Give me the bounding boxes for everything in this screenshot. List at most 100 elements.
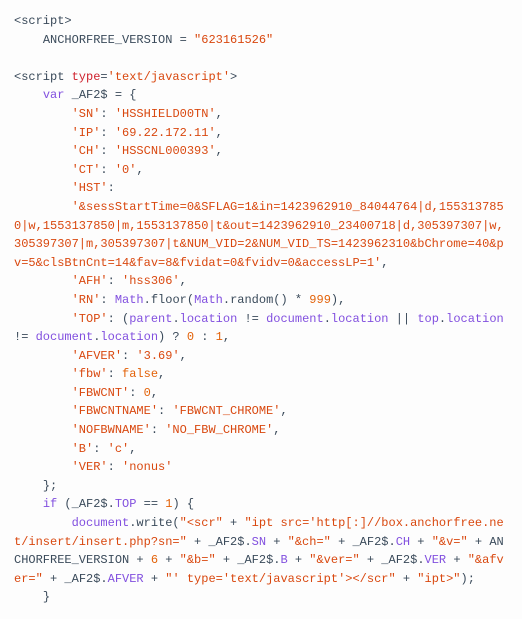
- code-token: '&sessStartTime=0&SFLAG=1&in=1423962910_…: [14, 200, 504, 270]
- code-line: <script>: [14, 14, 72, 28]
- code-token: +: [144, 572, 166, 586]
- code-token: 'FBWCNT_CHROME': [172, 404, 280, 418]
- code-token: ,: [273, 423, 280, 437]
- code-token: >: [230, 70, 237, 84]
- code-token: top: [417, 312, 439, 326]
- code-token: 'NOFBWNAME': [72, 423, 151, 437]
- code-token: CH: [396, 535, 410, 549]
- code-token: 'text/javascript': [108, 70, 230, 84]
- code-token: B: [280, 553, 287, 567]
- code-token: ,: [381, 256, 388, 270]
- code-token: +: [410, 535, 432, 549]
- code-token: document: [36, 330, 94, 344]
- code-token: + _AF2$.: [216, 553, 281, 567]
- code-token: );: [461, 572, 475, 586]
- code-token: =: [180, 33, 187, 47]
- code-token: :: [194, 330, 216, 344]
- code-token: 'HST': [72, 181, 108, 195]
- code-token: *: [295, 293, 302, 307]
- code-token: 'SN': [72, 107, 101, 121]
- code-token: [14, 497, 43, 511]
- code-token: ) ?: [158, 330, 187, 344]
- code-token: ||: [389, 312, 418, 326]
- code-token: }: [14, 590, 50, 604]
- code-token: ,: [136, 163, 143, 177]
- code-token: :: [129, 386, 143, 400]
- code-token: "623161526": [194, 33, 273, 47]
- code-token: +: [288, 553, 310, 567]
- code-token: 1: [216, 330, 223, 344]
- code-token: TOP: [115, 497, 137, 511]
- code-token: 'CH': [72, 144, 101, 158]
- code-token: "&ver=": [309, 553, 359, 567]
- code-token: 'CT': [72, 163, 101, 177]
- code-token: +: [158, 553, 180, 567]
- code-token: +: [223, 516, 245, 530]
- code-token: "&v=": [432, 535, 468, 549]
- code-token: SN: [252, 535, 266, 549]
- code-token: =: [115, 88, 122, 102]
- code-token: + _AF2$.: [43, 572, 108, 586]
- code-token: ==: [136, 497, 165, 511]
- code-token: +: [446, 553, 468, 567]
- code-token: '0': [115, 163, 137, 177]
- code-token: [187, 33, 194, 47]
- code-token: + _AF2$.: [331, 535, 396, 549]
- code-token: location: [446, 312, 504, 326]
- code-token: <script: [14, 70, 72, 84]
- code-token: document: [266, 312, 324, 326]
- code-token: 'FBWCNT': [72, 386, 130, 400]
- code-token: (_AF2$.: [57, 497, 115, 511]
- code-token: 'HSSHIELD00TN': [115, 107, 216, 121]
- code-token: [14, 88, 43, 102]
- code-token: 0: [144, 386, 151, 400]
- code-token: :: [151, 423, 165, 437]
- code-token: 'AFH': [72, 274, 108, 288]
- code-token: :: [100, 144, 114, 158]
- code-token: ,: [216, 144, 223, 158]
- code-token: ,: [216, 126, 223, 140]
- code-token: :: [93, 442, 107, 456]
- code-token: :: [108, 367, 122, 381]
- code-token: parent: [129, 312, 172, 326]
- code-token: .floor(: [144, 293, 194, 307]
- code-block: <script> ANCHORFREE_VERSION = "623161526…: [14, 12, 508, 607]
- code-token: +: [396, 572, 418, 586]
- code-token: + _AF2$.: [187, 535, 252, 549]
- code-token: "' type='text/javascript'></scr": [165, 572, 395, 586]
- code-token: :: [108, 274, 122, 288]
- code-token: 'NO_FBW_CHROME': [165, 423, 273, 437]
- code-token: 'c': [108, 442, 130, 456]
- code-token: location: [331, 312, 389, 326]
- code-token: VER: [425, 553, 447, 567]
- code-token: ,: [129, 442, 136, 456]
- code-token: 'VER': [72, 460, 108, 474]
- code-token: ,: [158, 367, 165, 381]
- code-token: ,: [216, 107, 223, 121]
- code-token: "&b=": [180, 553, 216, 567]
- code-token: 'fbw': [72, 367, 108, 381]
- code-token: type: [72, 70, 101, 84]
- code-token: ,: [280, 404, 287, 418]
- code-token: 0: [187, 330, 194, 344]
- code-token: "ipt>": [417, 572, 460, 586]
- code-token: var: [43, 88, 65, 102]
- code-token: ),: [331, 293, 345, 307]
- code-token: .: [172, 312, 179, 326]
- code-token: AFVER: [108, 572, 144, 586]
- code-token: 'AFVER': [72, 349, 122, 363]
- code-token: :: [108, 312, 122, 326]
- code-token: .random(): [223, 293, 295, 307]
- code-token: "&ch=": [288, 535, 331, 549]
- code-token: document: [72, 516, 130, 530]
- code-token: :: [100, 107, 114, 121]
- code-token: :: [100, 163, 114, 177]
- code-token: + _AF2$.: [360, 553, 425, 567]
- code-token: ,: [151, 386, 158, 400]
- code-token: :: [108, 460, 122, 474]
- code-token: 'IP': [72, 126, 101, 140]
- code-token: 'RN': [72, 293, 101, 307]
- code-token: :: [122, 349, 136, 363]
- code-token: 'nonus': [122, 460, 172, 474]
- code-token: if: [43, 497, 57, 511]
